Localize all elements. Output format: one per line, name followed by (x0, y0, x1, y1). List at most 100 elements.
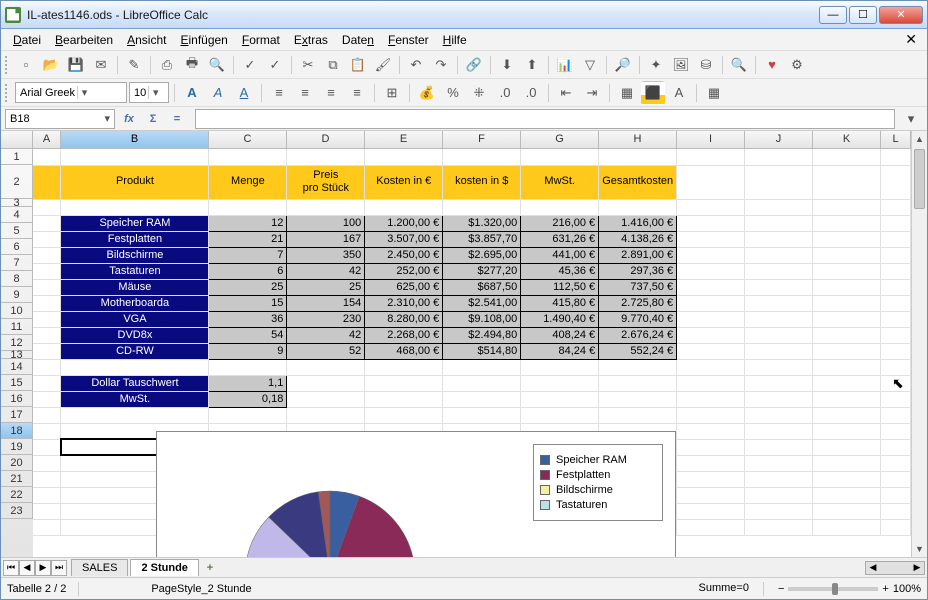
row-header-16[interactable]: 16 (1, 391, 33, 407)
row-header-7[interactable]: 7 (1, 255, 33, 271)
filter-icon[interactable]: ▽ (578, 53, 602, 77)
italic-icon[interactable]: A (206, 81, 230, 105)
dropdown-icon[interactable]: ▾ (77, 86, 91, 99)
col-header-f[interactable]: F (443, 131, 521, 148)
toolbar-grip[interactable] (5, 56, 11, 74)
row-header-11[interactable]: 11 (1, 319, 33, 335)
row-header-20[interactable]: 20 (1, 455, 33, 471)
pie-chart[interactable]: Speicher RAMFestplattenBildschirmeTastat… (156, 431, 676, 557)
help-icon[interactable]: ♥ (760, 53, 784, 77)
sheet-tab-sales[interactable]: SALES (71, 559, 128, 576)
zoom-in-icon[interactable]: + (882, 583, 888, 595)
row-header-6[interactable]: 6 (1, 239, 33, 255)
spellcheck-icon[interactable]: ✓ (238, 53, 262, 77)
cell-reference-input[interactable]: B18▾ (5, 109, 115, 129)
zoom-icon[interactable]: 🔍 (727, 53, 751, 77)
vertical-scrollbar[interactable]: ▲ ▼ (911, 131, 927, 557)
autocheck-icon[interactable]: ✓ (263, 53, 287, 77)
bold-icon[interactable]: A (180, 81, 204, 105)
decimal-add-icon[interactable]: .0 (493, 81, 517, 105)
row-header-9[interactable]: 9 (1, 287, 33, 303)
chart-icon[interactable]: 📊 (553, 53, 577, 77)
formula-input[interactable] (195, 109, 895, 129)
print-icon[interactable]: 🖶 (180, 53, 204, 77)
sum-icon[interactable]: Σ (143, 109, 163, 129)
cells-grid[interactable]: ProduktMengePreispro StückKosten in €kos… (33, 149, 911, 557)
close-button[interactable]: ✕ (879, 6, 923, 24)
scroll-down-icon[interactable]: ▼ (912, 541, 927, 557)
col-header-b[interactable]: B (61, 131, 209, 148)
add-sheet-icon[interactable]: + (201, 560, 219, 576)
merge-icon[interactable]: ⊞ (380, 81, 404, 105)
tab-last-icon[interactable]: ⏭ (51, 560, 67, 576)
dropdown-icon[interactable]: ▾ (104, 112, 110, 125)
menu-datei[interactable]: Datei (7, 31, 47, 49)
font-name-combo[interactable]: Arial Greek▾ (15, 82, 127, 103)
menu-daten[interactable]: Daten (336, 31, 380, 49)
dropdown-icon[interactable]: ▾ (148, 86, 162, 99)
zoom-out-icon[interactable]: − (778, 583, 784, 595)
zoom-slider[interactable] (788, 587, 878, 591)
email-icon[interactable]: ✉ (89, 53, 113, 77)
expand-formula-icon[interactable]: ▾ (899, 107, 923, 131)
fontcolor-icon[interactable]: A (667, 81, 691, 105)
status-sum[interactable]: Summe=0 (699, 582, 749, 596)
sort-asc-icon[interactable]: ⬇ (495, 53, 519, 77)
format-paint-icon[interactable]: 🖌 (371, 53, 395, 77)
align-justify-icon[interactable]: ≡ (345, 81, 369, 105)
close-document-button[interactable]: ✕ (901, 31, 921, 48)
paste-icon[interactable]: 📋 (346, 53, 370, 77)
row-header-22[interactable]: 22 (1, 487, 33, 503)
zoom-value[interactable]: 100% (893, 583, 921, 595)
select-all-corner[interactable] (1, 131, 33, 148)
open-icon[interactable]: 📂 (39, 53, 63, 77)
row-header-23[interactable]: 23 (1, 503, 33, 519)
currency-icon[interactable]: 💰 (415, 81, 439, 105)
align-center-icon[interactable]: ≡ (293, 81, 317, 105)
find-icon[interactable]: 🔎 (611, 53, 635, 77)
hyperlink-icon[interactable]: 🔗 (462, 53, 486, 77)
align-left-icon[interactable]: ≡ (267, 81, 291, 105)
decimal-remove-icon[interactable]: .0 (519, 81, 543, 105)
menu-format[interactable]: Format (236, 31, 286, 49)
row-header-8[interactable]: 8 (1, 271, 33, 287)
row-header-19[interactable]: 19 (1, 439, 33, 455)
menu-hilfe[interactable]: Hilfe (437, 31, 473, 49)
underline-icon[interactable]: A (232, 81, 256, 105)
col-header-l[interactable]: L (881, 131, 911, 148)
preview-icon[interactable]: 🔍 (205, 53, 229, 77)
row-header-3[interactable]: 3 (1, 199, 33, 207)
menu-einfuegen[interactable]: Einfügen (174, 31, 233, 49)
col-header-a[interactable]: A (33, 131, 61, 148)
navigator-icon[interactable]: ✦ (644, 53, 668, 77)
percent-icon[interactable]: % (441, 81, 465, 105)
indent-inc-icon[interactable]: ⇥ (580, 81, 604, 105)
datasources-icon[interactable]: ⛁ (694, 53, 718, 77)
col-header-h[interactable]: H (599, 131, 677, 148)
row-header-21[interactable]: 21 (1, 471, 33, 487)
new-icon[interactable]: ▫ (14, 53, 38, 77)
col-header-g[interactable]: G (521, 131, 599, 148)
titlebar[interactable]: IL-ates1146.ods - LibreOffice Calc — ☐ ✕ (1, 1, 927, 29)
borders-icon[interactable]: ▦ (615, 81, 639, 105)
bgcolor-icon[interactable]: ⬛ (641, 81, 665, 105)
copy-icon[interactable]: ⧉ (321, 53, 345, 77)
menu-ansicht[interactable]: Ansicht (121, 31, 172, 49)
sort-desc-icon[interactable]: ⬆ (520, 53, 544, 77)
function-wizard-icon[interactable]: fx (119, 109, 139, 129)
indent-dec-icon[interactable]: ⇤ (554, 81, 578, 105)
cut-icon[interactable]: ✂ (296, 53, 320, 77)
maximize-button[interactable]: ☐ (849, 6, 877, 24)
row-header-17[interactable]: 17 (1, 407, 33, 423)
col-header-d[interactable]: D (287, 131, 365, 148)
tab-first-icon[interactable]: ⏮ (3, 560, 19, 576)
equals-icon[interactable]: = (167, 109, 187, 129)
col-header-j[interactable]: J (745, 131, 813, 148)
row-header-15[interactable]: 15 (1, 375, 33, 391)
number-icon[interactable]: ⁜ (467, 81, 491, 105)
tab-next-icon[interactable]: ▶ (35, 560, 51, 576)
col-header-i[interactable]: I (677, 131, 745, 148)
col-header-e[interactable]: E (365, 131, 443, 148)
row-header-2[interactable]: 2 (1, 165, 33, 199)
row-header-18[interactable]: 18 (1, 423, 33, 439)
